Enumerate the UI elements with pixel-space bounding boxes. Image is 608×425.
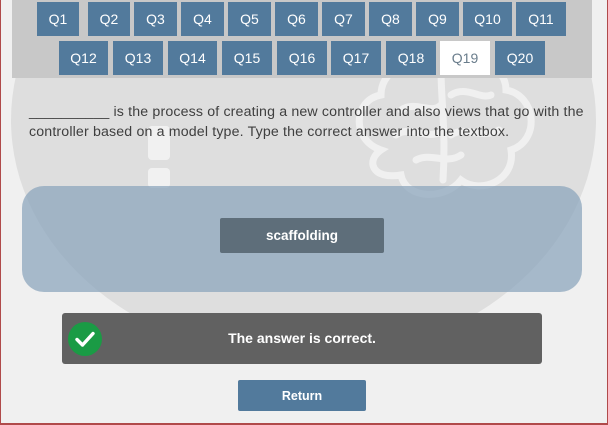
question-text: __________ is the process of creating a … (29, 104, 584, 140)
question-button-q7[interactable]: Q7 (322, 2, 365, 36)
question-button-q14[interactable]: Q14 (168, 41, 217, 75)
question-button-q12[interactable]: Q12 (59, 41, 108, 75)
result-message: The answer is correct. (228, 330, 376, 346)
question-button-q17[interactable]: Q17 (331, 41, 381, 75)
question-button-q19[interactable]: Q19 (440, 41, 490, 75)
question-button-q9[interactable]: Q9 (416, 2, 459, 36)
question-button-q2[interactable]: Q2 (88, 2, 130, 36)
question-button-q13[interactable]: Q13 (113, 41, 163, 75)
question-button-q1[interactable]: Q1 (37, 2, 79, 36)
return-button[interactable]: Return (238, 380, 366, 411)
question-button-q4[interactable]: Q4 (181, 2, 224, 36)
question-button-q20[interactable]: Q20 (495, 41, 545, 75)
question-button-q8[interactable]: Q8 (369, 2, 412, 36)
question-button-q15[interactable]: Q15 (222, 41, 272, 75)
quiz-frame: Q1 Q2 Q3 Q4 Q5 Q6 Q7 Q8 Q9 Q10 Q11 Q12 Q… (0, 0, 608, 425)
result-banner: The answer is correct. (62, 313, 542, 364)
question-button-q3[interactable]: Q3 (134, 2, 177, 36)
question-button-q18[interactable]: Q18 (386, 41, 436, 75)
answer-textbox[interactable] (220, 218, 384, 253)
question-button-q5[interactable]: Q5 (228, 2, 271, 36)
question-button-q6[interactable]: Q6 (275, 2, 318, 36)
question-button-q10[interactable]: Q10 (463, 2, 512, 36)
question-button-q16[interactable]: Q16 (277, 41, 327, 75)
question-button-q11[interactable]: Q11 (516, 2, 566, 36)
